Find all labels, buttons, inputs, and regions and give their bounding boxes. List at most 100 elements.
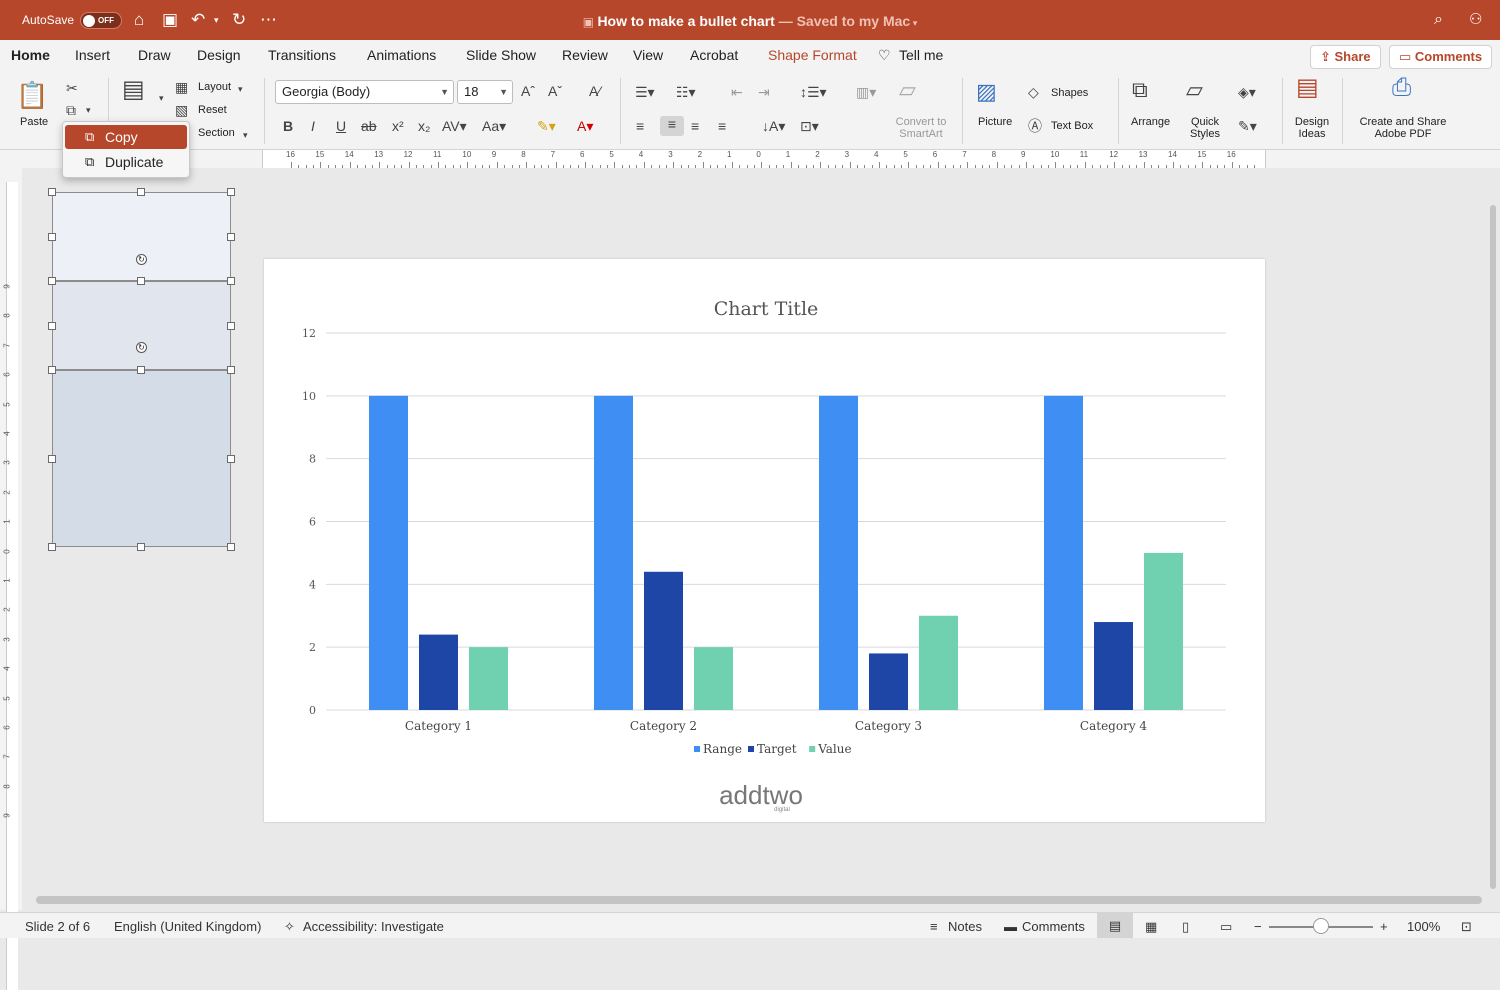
- text-direction-icon[interactable]: ↓A▾: [762, 118, 785, 134]
- clear-format-icon[interactable]: A⁄: [589, 83, 601, 99]
- slide[interactable]: Chart Title 0 2 4 6 8 10 12 Category 1 Category …: [264, 259, 1265, 822]
- font-size-combo[interactable]: 18 ▼: [457, 80, 513, 104]
- quick-styles-icon[interactable]: ▱: [1186, 79, 1203, 101]
- bar-target[interactable]: [644, 571, 683, 710]
- decrease-font-icon[interactable]: Aˇ: [548, 83, 562, 99]
- superscript-icon[interactable]: x²: [392, 118, 404, 134]
- decrease-indent-icon[interactable]: ⇤: [731, 84, 743, 100]
- presenter-view-icon[interactable]: ▭: [1220, 919, 1232, 935]
- section-button[interactable]: Section: [198, 127, 235, 139]
- chart-title[interactable]: Chart Title: [714, 298, 819, 320]
- increase-indent-icon[interactable]: ⇥: [758, 84, 770, 100]
- bar-target[interactable]: [1094, 622, 1133, 710]
- tab-review[interactable]: Review: [562, 47, 608, 63]
- section-dropdown-icon[interactable]: ▾: [243, 127, 248, 143]
- subscript-icon[interactable]: x₂: [418, 118, 430, 134]
- bar-value[interactable]: [694, 647, 733, 710]
- tab-home[interactable]: Home: [11, 47, 50, 75]
- resize-handle[interactable]: [227, 322, 235, 330]
- tab-design[interactable]: Design: [197, 47, 241, 63]
- shape-outline-icon[interactable]: ✎▾: [1238, 118, 1257, 134]
- design-ideas-button[interactable]: Design Ideas: [1292, 116, 1332, 140]
- increase-font-icon[interactable]: Aˆ: [521, 83, 535, 99]
- zoom-level[interactable]: 100%: [1407, 919, 1440, 934]
- reading-view-icon[interactable]: ▯: [1182, 919, 1189, 935]
- comments-icon[interactable]: ▬: [1004, 919, 1017, 934]
- layout-button[interactable]: Layout: [198, 81, 231, 93]
- bar-value[interactable]: [919, 615, 958, 710]
- copy-icon[interactable]: ⧉: [66, 102, 76, 118]
- strikethrough-icon[interactable]: ab: [361, 118, 377, 134]
- new-slide-icon[interactable]: ▤: [122, 78, 145, 102]
- vertical-scrollbar[interactable]: [1490, 205, 1496, 889]
- bar-value[interactable]: [469, 647, 508, 710]
- tab-slide-show[interactable]: Slide Show: [466, 47, 536, 63]
- resize-handle[interactable]: [137, 277, 145, 285]
- justify-icon[interactable]: ≡: [718, 118, 726, 134]
- adobe-pdf-icon[interactable]: ⎙: [1392, 76, 1411, 100]
- smartart-icon[interactable]: ▱: [899, 79, 916, 101]
- menu-item-copy[interactable]: ⧉ Copy: [65, 125, 187, 149]
- quick-styles-button[interactable]: Quick Styles: [1187, 116, 1223, 140]
- cut-icon[interactable]: ✂: [66, 80, 78, 96]
- convert-smartart-button[interactable]: Convert to SmartArt: [893, 116, 949, 140]
- reset-icon[interactable]: ▧: [175, 102, 188, 118]
- horizontal-scrollbar[interactable]: [36, 896, 1482, 904]
- tab-acrobat[interactable]: Acrobat: [690, 47, 738, 63]
- tab-tell-me[interactable]: Tell me: [899, 47, 943, 63]
- align-left-icon[interactable]: ≡: [636, 118, 644, 134]
- reset-button[interactable]: Reset: [198, 104, 227, 116]
- design-ideas-icon[interactable]: ▤: [1296, 76, 1319, 100]
- tab-animations[interactable]: Animations: [367, 47, 436, 63]
- menu-item-duplicate[interactable]: ⧉ Duplicate: [65, 150, 187, 174]
- picture-icon[interactable]: ▨: [976, 81, 997, 103]
- resize-handle[interactable]: [48, 233, 56, 241]
- resize-handle[interactable]: [227, 233, 235, 241]
- change-case-icon[interactable]: Aa▾: [482, 118, 506, 134]
- bar-range[interactable]: [369, 395, 408, 710]
- bullet-chart[interactable]: Chart Title 0 2 4 6 8 10 12 Category 1 Category …: [264, 259, 1265, 822]
- account-icon[interactable]: ⚇: [1469, 10, 1482, 30]
- zoom-in-icon[interactable]: +: [1380, 919, 1388, 934]
- font-name-combo[interactable]: Georgia (Body) ▼: [275, 80, 454, 104]
- paste-button[interactable]: Paste: [20, 116, 48, 128]
- layout-dropdown-icon[interactable]: ▾: [238, 81, 243, 97]
- resize-handle[interactable]: [48, 277, 56, 285]
- rotate-handle-icon[interactable]: ↻: [136, 342, 147, 353]
- bar-target[interactable]: [419, 634, 458, 710]
- share-button[interactable]: ⇪ Share: [1310, 45, 1381, 69]
- create-adobe-pdf-button[interactable]: Create and Share Adobe PDF: [1355, 116, 1451, 140]
- comments-button[interactable]: ▭ Comments: [1389, 45, 1493, 69]
- bar-range[interactable]: [819, 395, 858, 710]
- zoom-out-icon[interactable]: −: [1254, 919, 1262, 934]
- shape-rectangle-bottom[interactable]: [52, 370, 231, 547]
- resize-handle[interactable]: [48, 543, 56, 551]
- shape-rectangle-top[interactable]: [52, 192, 231, 281]
- resize-handle[interactable]: [227, 277, 235, 285]
- font-color-icon[interactable]: A▾: [577, 118, 593, 134]
- language-indicator[interactable]: English (United Kingdom): [114, 919, 261, 934]
- comments-status-button[interactable]: Comments: [1022, 919, 1085, 934]
- fit-to-window-icon[interactable]: ⊡: [1461, 919, 1472, 935]
- notes-icon[interactable]: ≡: [930, 919, 938, 934]
- resize-handle[interactable]: [137, 543, 145, 551]
- picture-button[interactable]: Picture: [978, 116, 1012, 128]
- textbox-button[interactable]: Text Box: [1051, 120, 1093, 132]
- bar-value[interactable]: [1144, 552, 1183, 710]
- shapes-icon[interactable]: ◇: [1028, 84, 1039, 100]
- bar-target[interactable]: [869, 653, 908, 710]
- resize-handle[interactable]: [48, 455, 56, 463]
- align-center-icon[interactable]: ≡: [660, 116, 684, 136]
- zoom-slider-knob[interactable]: [1313, 918, 1329, 934]
- resize-handle[interactable]: [227, 455, 235, 463]
- bar-range[interactable]: [1044, 395, 1083, 710]
- resize-handle[interactable]: [48, 366, 56, 374]
- numbering-icon[interactable]: ☷▾: [676, 84, 696, 100]
- tab-insert[interactable]: Insert: [75, 47, 110, 63]
- bold-icon[interactable]: B: [283, 118, 293, 134]
- search-icon[interactable]: ⌕: [1434, 10, 1443, 30]
- arrange-icon[interactable]: ⧉: [1132, 79, 1148, 101]
- resize-handle[interactable]: [227, 366, 235, 374]
- resize-handle[interactable]: [227, 543, 235, 551]
- resize-handle[interactable]: [227, 188, 235, 196]
